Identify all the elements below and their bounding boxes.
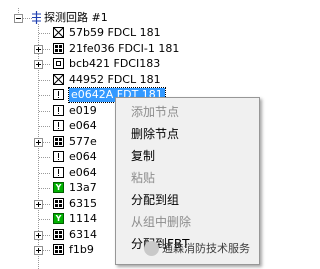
tree-item-label: 6315 [69,197,97,210]
tree-connector [39,95,50,97]
tree-item-label: e019 [69,104,97,117]
watermark-text: 通森消防技术服务 [162,242,250,255]
watermark-logo-icon [144,241,159,256]
grid-icon [53,43,64,54]
device-tree: 探测回路 #1 57b59 FDCL 181 21fe036 FDCI-1 181… [0,0,283,269]
menu-item-add-node[interactable]: 添加节点 [116,101,259,123]
tree-item-label: e064 [69,119,97,132]
menu-item-paste[interactable]: 粘贴 [116,167,259,189]
exclamation-icon [53,105,64,116]
tree-item-label: 1114 [69,212,97,225]
tree-item[interactable]: 44952 FDCL 181 [0,73,283,88]
tree-item-label: 577e [69,135,97,148]
tree-connector [39,111,50,113]
tree-connector [39,188,50,190]
tree-item-label: 57b59 FDCL 181 [69,26,161,39]
tree-item-label: 13a7 [69,181,97,194]
loop-icon [32,11,41,24]
exclamation-icon [53,120,64,131]
menu-item-copy[interactable]: 复制 [116,145,259,167]
tree-connector [39,33,50,35]
tree-item[interactable]: bcb421 FDCI183 [0,57,283,72]
tree-connector [39,126,50,128]
tree-root-node[interactable]: 探测回路 #1 [0,11,283,26]
expand-toggle[interactable] [34,200,43,209]
tree-item-label: bcb421 FDCI183 [69,57,161,70]
x-box-icon [53,27,64,38]
y-icon: Y [53,182,64,193]
grid-icon [53,244,64,255]
grid-icon [53,136,64,147]
menu-item-delete-node[interactable]: 删除节点 [116,123,259,145]
tree-root-label: 探测回路 #1 [44,11,108,24]
tree-connector [39,173,50,175]
exclamation-icon [53,151,64,162]
expand-toggle[interactable] [34,231,43,240]
expand-toggle[interactable] [34,138,43,147]
expand-toggle[interactable] [34,60,43,69]
exclamation-icon [53,167,64,178]
y-icon: Y [53,213,64,224]
tree-connector [39,80,50,82]
grid-icon [53,198,64,209]
tree-item[interactable]: 21fe036 FDCI-1 181 [0,42,283,57]
tree-item-label: 44952 FDCL 181 [69,73,161,86]
tree-connector [39,157,50,159]
x-box-icon [53,74,64,85]
tree-item-label: 21fe036 FDCI-1 181 [69,42,180,55]
menu-item-assign-group[interactable]: 分配到组 [116,189,259,211]
square-icon [53,58,64,69]
collapse-root-toggle[interactable] [14,14,23,23]
tree-item-label: 6314 [69,228,97,241]
grid-icon [53,229,64,240]
expand-toggle[interactable] [34,246,43,255]
tree-item[interactable]: 57b59 FDCL 181 [0,26,283,41]
tree-connector [39,219,50,221]
tree-item-label: f1b9 [69,243,94,256]
expand-toggle[interactable] [34,45,43,54]
tree-item-label: e064 [69,166,97,179]
tree-item-label: e064 [69,150,97,163]
exclamation-icon [53,89,64,100]
menu-item-remove-from-group[interactable]: 从组中删除 [116,211,259,233]
